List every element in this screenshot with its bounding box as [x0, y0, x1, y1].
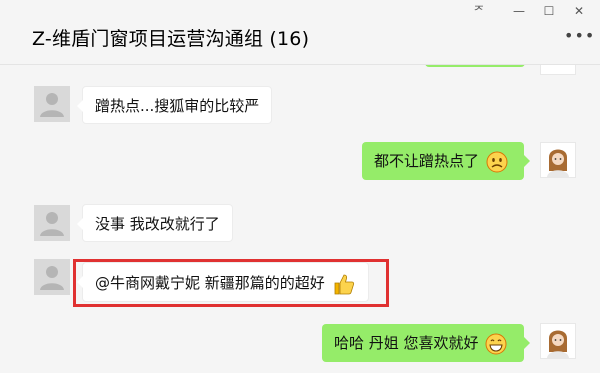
message-text: 没事 我改改就行了	[95, 215, 220, 233]
close-icon[interactable]: ✕	[568, 3, 590, 19]
avatar[interactable]	[34, 86, 70, 122]
worried-face-icon	[486, 151, 508, 172]
user-avatar-icon	[547, 149, 569, 177]
user-avatar-icon	[547, 330, 569, 358]
message-bubble[interactable]: 没事 我改改就行了	[77, 204, 233, 242]
avatar[interactable]	[540, 142, 576, 178]
avatar[interactable]	[540, 65, 576, 75]
avatar[interactable]	[34, 259, 70, 295]
more-options-icon[interactable]: •••	[564, 28, 595, 44]
message-bubble[interactable]: 哈哈 丹姐 您喜欢就好	[322, 324, 530, 362]
previous-message-bubble	[425, 65, 525, 67]
minimize-icon[interactable]: —	[508, 3, 530, 19]
pin-icon[interactable]: ᅎ	[468, 3, 490, 19]
message-text: 蹭热点...搜狐审的比较严	[95, 97, 260, 115]
avatar[interactable]	[540, 323, 576, 359]
default-avatar-icon	[40, 93, 64, 117]
message-bubble[interactable]: 都不让蹭热点了	[362, 142, 530, 180]
avatar[interactable]	[34, 205, 70, 241]
chat-title: Z-维盾门窗项目运营沟通组 (16)	[32, 28, 310, 50]
message-bubble[interactable]: 蹭热点...搜狐审的比较严	[76, 86, 273, 124]
message-text: 哈哈 丹姐 您喜欢就好	[334, 334, 479, 352]
message-list[interactable]: 蹭热点...搜狐审的比较严 都不让蹭热点了 没事 我改改就行了 @牛商网戴宁妮 …	[0, 65, 600, 373]
message-text: 都不让蹭热点了	[374, 152, 480, 170]
highlight-box	[73, 259, 389, 307]
chat-header: Z-维盾门窗项目运营沟通组 (16) ᅎ — ☐ ✕ •••	[0, 0, 600, 65]
default-avatar-icon	[40, 266, 64, 290]
maximize-icon[interactable]: ☐	[538, 3, 560, 19]
grinning-face-icon	[485, 333, 507, 354]
default-avatar-icon	[40, 212, 64, 236]
